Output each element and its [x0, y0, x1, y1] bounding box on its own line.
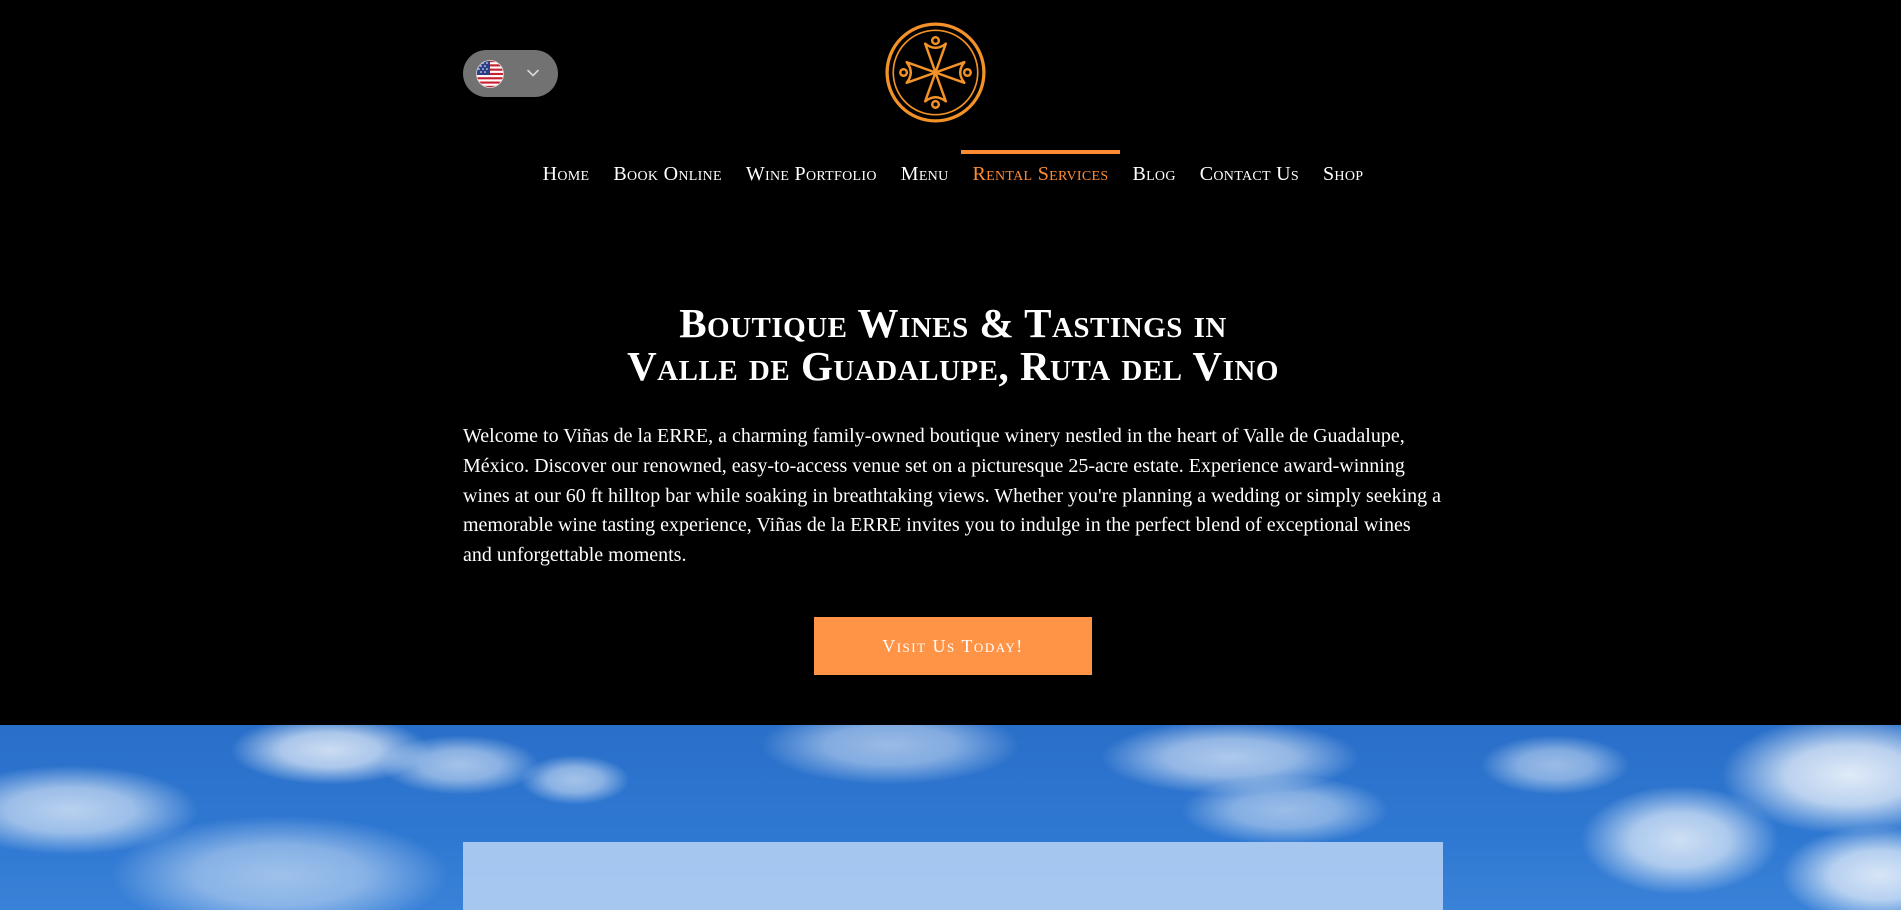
content-panel [463, 842, 1443, 910]
cloud [1180, 775, 1390, 845]
hero-title-line-2: Valle de Guadalupe, Ruta del Vino [627, 343, 1279, 389]
nav-item-wine-portfolio[interactable]: Wine Portfolio [734, 150, 889, 194]
maltese-cross-emblem-icon[interactable] [884, 21, 987, 124]
language-selector[interactable] [463, 50, 558, 97]
hero-title-line-1: Boutique Wines & Tastings in [679, 300, 1227, 346]
nav-item-shop[interactable]: Shop [1311, 150, 1375, 194]
cloud [520, 755, 630, 805]
nav-item-book-online[interactable]: Book Online [601, 150, 733, 194]
cloud [380, 735, 540, 795]
cloud [1780, 825, 1901, 910]
hero-title: Boutique Wines & Tastings in Valle de Gu… [463, 302, 1443, 388]
chevron-down-icon [527, 69, 539, 77]
visit-us-button[interactable]: Visit Us Today! [814, 617, 1092, 675]
nav-item-rental-services[interactable]: Rental Services [960, 150, 1121, 194]
nav-item-blog[interactable]: Blog [1120, 150, 1187, 194]
main-navigation: Home Book Online Wine Portfolio Menu Ren… [463, 150, 1443, 194]
cloud [760, 725, 1020, 785]
sky-background-section [0, 725, 1901, 910]
nav-item-home[interactable]: Home [531, 150, 602, 194]
nav-item-contact-us[interactable]: Contact Us [1188, 150, 1311, 194]
us-flag-icon [476, 60, 504, 88]
hero-description: Welcome to Viñas de la ERRE, a charming … [463, 425, 1442, 567]
site-header: Home Book Online Wine Portfolio Menu Ren… [0, 0, 1901, 725]
cloud [1480, 735, 1630, 795]
nav-item-menu[interactable]: Menu [889, 150, 961, 194]
